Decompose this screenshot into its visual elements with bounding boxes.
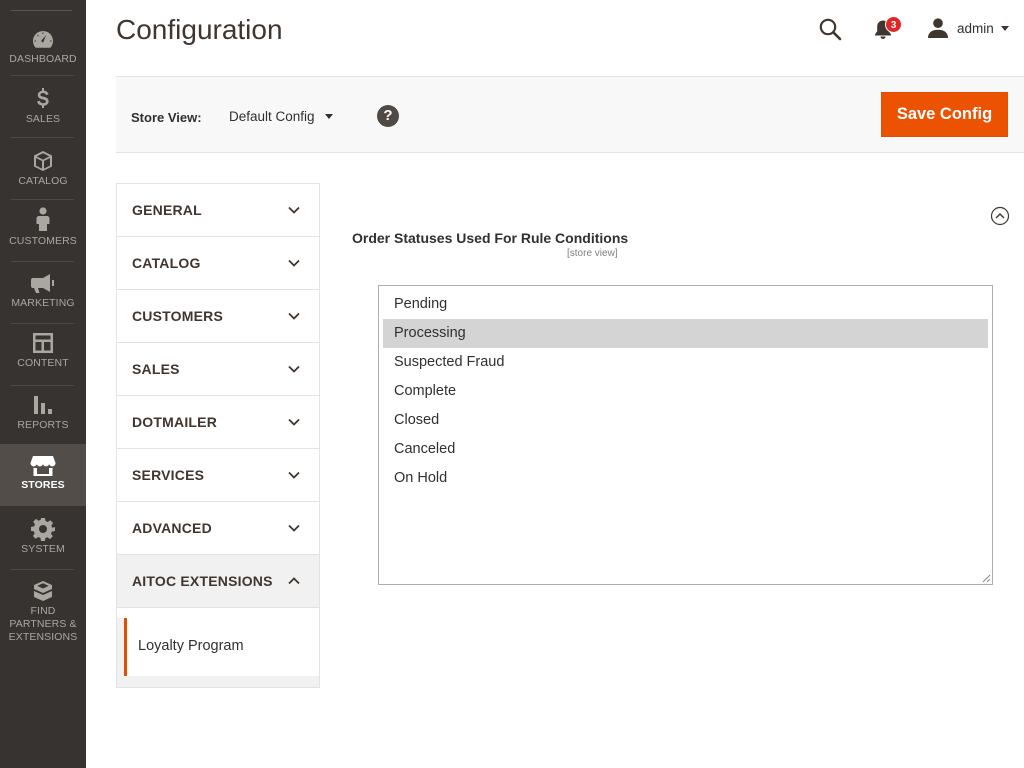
extensions-icon	[0, 578, 86, 604]
dollar-icon	[0, 86, 86, 112]
chevron-down-icon	[288, 259, 300, 267]
nav-divider	[11, 323, 74, 324]
tab-label: SALES	[132, 361, 180, 377]
bar-chart-icon	[0, 392, 86, 418]
chevron-down-icon	[288, 524, 300, 532]
nav-label: STORES	[21, 479, 65, 491]
content-icon	[0, 330, 86, 356]
nav-divider	[11, 385, 74, 386]
nav-label: CUSTOMERS	[9, 235, 77, 247]
nav-divider	[11, 75, 74, 76]
chevron-down-icon	[288, 206, 300, 214]
gear-icon	[0, 516, 86, 542]
nav-customers[interactable]: CUSTOMERS	[0, 204, 86, 266]
sub-item-label: Loyalty Program	[138, 638, 244, 654]
chevron-down-icon	[288, 471, 300, 479]
nav-sales[interactable]: SALES	[0, 86, 86, 148]
dashboard-icon	[0, 26, 86, 52]
option-canceled[interactable]: Canceled	[383, 435, 988, 464]
store-view-switcher[interactable]: Default Config	[229, 109, 333, 124]
option-suspected-fraud[interactable]: Suspected Fraud	[383, 348, 988, 377]
user-menu[interactable]: admin	[927, 17, 1009, 39]
field-label: Order Statuses Used For Rule Conditions	[352, 230, 629, 246]
nav-label: DASHBOARD	[9, 53, 77, 65]
nav-label: SYSTEM	[21, 543, 65, 555]
tab-services[interactable]: SERVICES	[117, 449, 319, 502]
tab-catalog[interactable]: CATALOG	[117, 237, 319, 290]
nav-divider	[11, 137, 74, 138]
nav-label: FIND PARTNERS & EXTENSIONS	[8, 605, 78, 643]
nav-catalog[interactable]: CATALOG	[0, 148, 86, 210]
nav-label: REPORTS	[17, 419, 69, 431]
logo-divider	[11, 10, 72, 11]
nav-label: CONTENT	[17, 357, 69, 369]
nav-label: CATALOG	[18, 175, 68, 187]
admin-sidebar: DASHBOARD SALES CATALOG CUSTOMERS MARKET…	[0, 0, 86, 768]
collapse-section-icon[interactable]	[990, 206, 1010, 226]
notification-badge[interactable]: 3	[885, 16, 902, 33]
tab-submenu: Loyalty Program	[117, 618, 319, 687]
sub-item-loyalty-program[interactable]: Loyalty Program	[124, 618, 319, 676]
tab-label: AITOC EXTENSIONS	[132, 573, 273, 589]
option-on-hold[interactable]: On Hold	[383, 464, 988, 493]
page-title: Configuration	[116, 14, 283, 45]
storefront-icon	[0, 444, 86, 480]
nav-content[interactable]: CONTENT	[0, 330, 86, 392]
user-icon	[928, 18, 948, 38]
person-icon	[0, 204, 86, 234]
nav-divider	[11, 569, 74, 570]
nav-stores[interactable]: STORES	[0, 444, 86, 506]
chevron-down-icon	[288, 312, 300, 320]
tab-aitoc-extensions[interactable]: AITOC EXTENSIONS	[117, 555, 319, 608]
tab-label: SERVICES	[132, 467, 205, 483]
nav-label: MARKETING	[11, 297, 75, 309]
nav-dashboard[interactable]: DASHBOARD	[0, 26, 86, 88]
chevron-down-icon	[288, 365, 300, 373]
user-name: admin	[957, 20, 994, 36]
chevron-up-icon	[288, 577, 300, 585]
save-config-button[interactable]: Save Config	[881, 92, 1008, 137]
order-statuses-multiselect[interactable]: Pending Processing Suspected Fraud Compl…	[378, 285, 993, 585]
help-icon[interactable]: ?	[377, 105, 399, 127]
tab-customers[interactable]: CUSTOMERS	[117, 290, 319, 343]
tab-label: GENERAL	[132, 202, 202, 218]
tab-sales[interactable]: SALES	[117, 343, 319, 396]
search-icon[interactable]	[818, 17, 842, 41]
store-view-label: Store View:	[131, 110, 202, 125]
nav-label: SALES	[25, 113, 61, 125]
config-tabs: GENERAL CATALOG CUSTOMERS SALES DOTMAILE…	[116, 183, 320, 688]
tab-label: CATALOG	[132, 255, 201, 271]
nav-divider	[11, 261, 74, 262]
chevron-down-icon	[1000, 25, 1009, 31]
nav-divider	[11, 199, 74, 200]
option-processing[interactable]: Processing	[383, 319, 988, 348]
option-closed[interactable]: Closed	[383, 406, 988, 435]
resize-grip-icon[interactable]	[982, 574, 991, 583]
chevron-down-icon	[324, 114, 333, 119]
field-scope-label: [store view]	[567, 248, 618, 259]
box-icon	[0, 148, 86, 174]
tab-advanced[interactable]: ADVANCED	[117, 502, 319, 555]
megaphone-icon	[0, 270, 86, 296]
store-view-value: Default Config	[229, 109, 315, 124]
tab-dotmailer[interactable]: DOTMAILER	[117, 396, 319, 449]
tab-general[interactable]: GENERAL	[117, 184, 319, 237]
option-complete[interactable]: Complete	[383, 377, 988, 406]
tab-label: CUSTOMERS	[132, 308, 223, 324]
nav-find-partners[interactable]: FIND PARTNERS & EXTENSIONS	[0, 578, 86, 643]
option-pending[interactable]: Pending	[383, 290, 988, 319]
tab-label: DOTMAILER	[132, 414, 218, 430]
store-view-bar: Store View: Default Config ? Save Config	[116, 76, 1024, 153]
tab-label: ADVANCED	[132, 520, 212, 536]
chevron-down-icon	[288, 418, 300, 426]
